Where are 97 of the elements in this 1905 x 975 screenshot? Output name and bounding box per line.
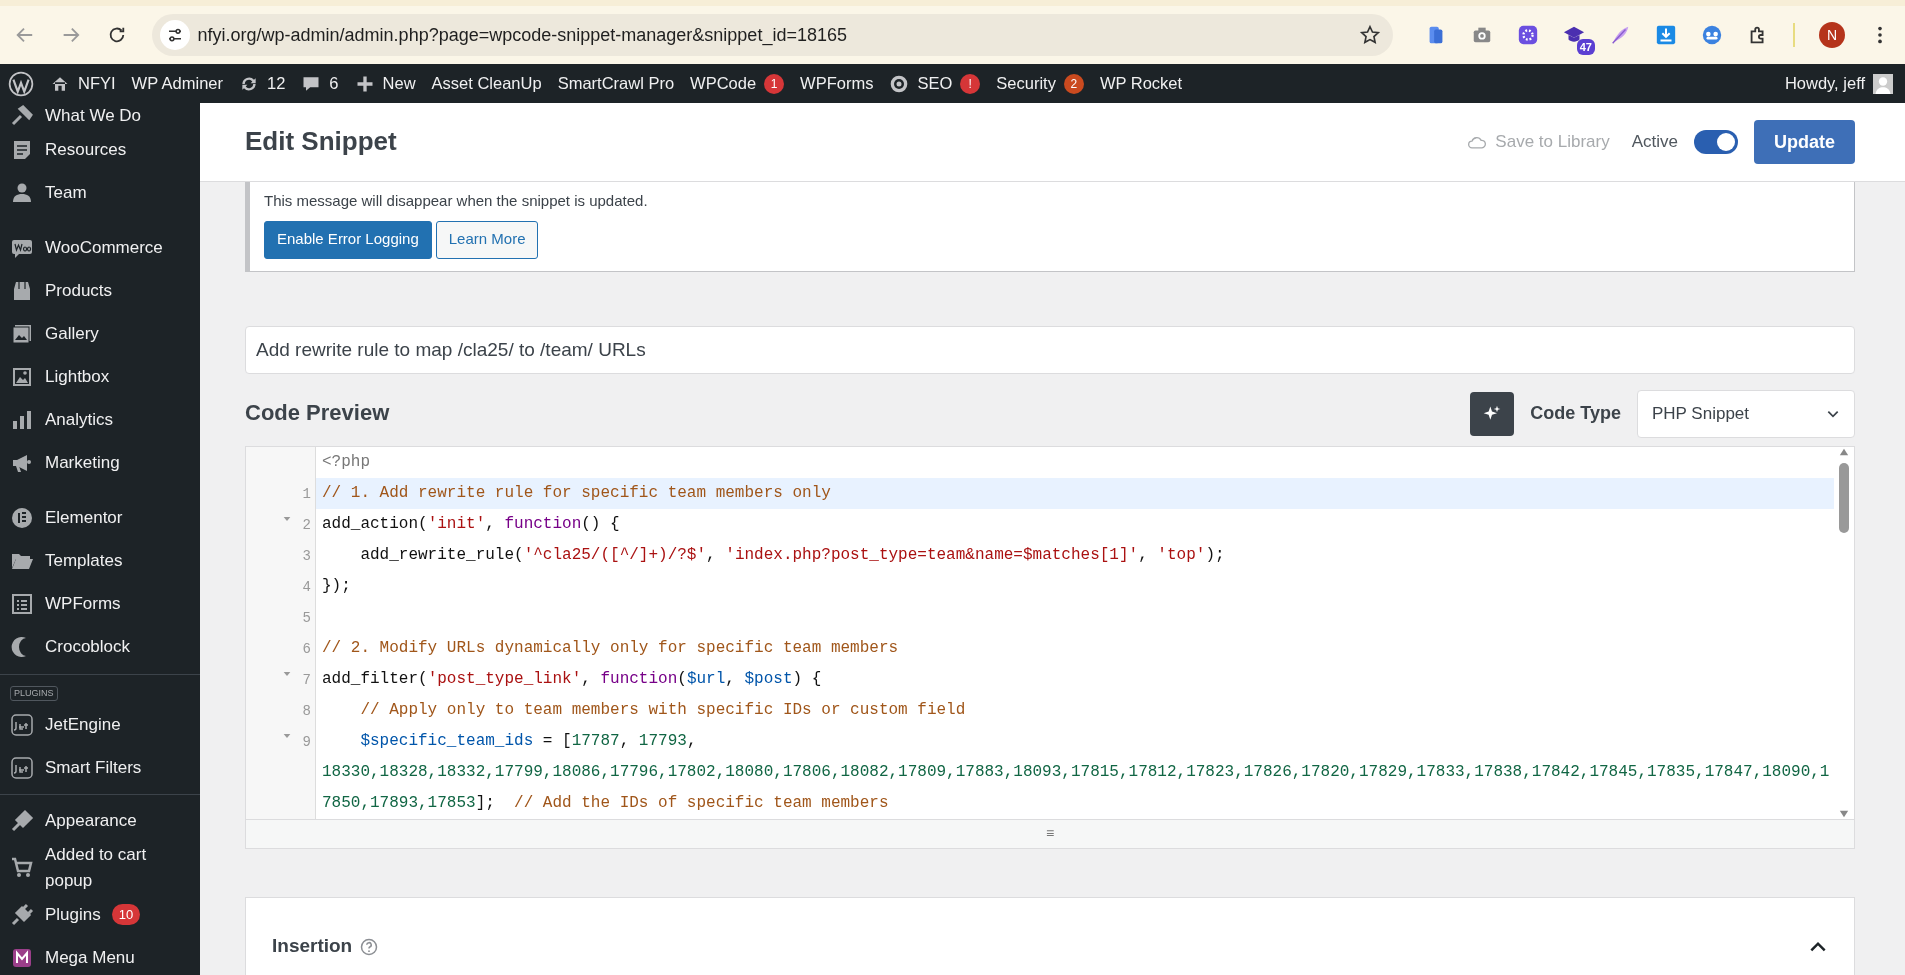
code-editor[interactable] [245, 445, 1855, 849]
menu-item[interactable]: Appearance [0, 799, 200, 842]
count-badge: 1 [764, 73, 785, 94]
menu-icon [10, 808, 34, 833]
menu-icon [10, 322, 34, 346]
cloud-icon [1467, 134, 1488, 150]
help-icon[interactable] [360, 937, 379, 956]
menu-icon [10, 855, 34, 880]
feather-icon[interactable] [1609, 24, 1631, 46]
profile-avatar[interactable]: N [1819, 22, 1845, 48]
menu-icon [10, 902, 34, 927]
code-line: // 2. Modify URLs dynamically only for specific team members [321, 637, 900, 659]
menu-item[interactable]: Team [0, 171, 200, 215]
section-heading: Insertion [272, 934, 353, 959]
avatar-icon[interactable] [1873, 73, 1893, 94]
line-number: 4 [302, 577, 311, 597]
line-number: 6 [302, 639, 311, 659]
menu-item[interactable]: Analytics [0, 398, 200, 442]
line-number: 1 [302, 484, 311, 504]
fold-icon[interactable] [282, 669, 291, 678]
code-type-select[interactable]: PHP Snippet [1637, 389, 1855, 438]
menu-item[interactable]: JetEngine [0, 703, 200, 746]
line-number: 7 [302, 670, 311, 690]
menu-item[interactable]: Mega Menu [0, 936, 200, 975]
resize-handle[interactable]: ≡ [1045, 823, 1055, 844]
scrollbar-thumb[interactable] [1839, 462, 1849, 533]
field-label: Code Type [1530, 402, 1621, 425]
menu-item[interactable]: Lightbox [0, 355, 200, 399]
asterisk-icon[interactable] [1517, 24, 1539, 46]
enable-logging-button[interactable]: Enable Error Logging [264, 220, 432, 259]
toolbar-item[interactable]: SEO ! [889, 71, 981, 96]
menu-item[interactable]: Products [0, 269, 200, 313]
ai-sparkle-button[interactable] [1470, 391, 1515, 436]
code-line: // Apply only to team members with specific IDs or custom field [359, 699, 967, 721]
toolbar-item[interactable]: Asset CleanUp [431, 71, 542, 96]
menu-icon [10, 506, 34, 530]
toolbar-item[interactable]: SmartCrawl Pro [557, 71, 675, 96]
code-line: add_rewrite_rule('^cla25/([^/]+)/?$', 'index.php?post_type=team&name=$matches[1]', 'top'); [359, 544, 1226, 566]
toolbar-item[interactable]: 6 [301, 71, 339, 96]
toolbar-item[interactable]: 12 [239, 71, 286, 96]
toggle-label: Active [1631, 131, 1678, 154]
code-line: add_filter('post_type_link', function($url, $post) { [321, 668, 823, 690]
download-icon[interactable] [1655, 24, 1677, 46]
code-line: add_action('init', function() { [321, 513, 621, 535]
menu-icon [10, 712, 34, 737]
toolbar-item[interactable]: WPCode 1 [690, 71, 785, 96]
fold-icon[interactable] [282, 731, 291, 740]
count-badge: ! [960, 73, 981, 94]
toolbar-item[interactable]: NFYI [50, 71, 116, 96]
scroll-up-icon[interactable] [1838, 446, 1850, 457]
menu-item[interactable]: Smart Filters [0, 746, 200, 789]
section-heading: Code Preview [245, 400, 391, 427]
toolbar-item[interactable]: New [354, 71, 416, 96]
line-number: 2 [302, 515, 311, 535]
menu-item[interactable]: Crocoblock [0, 625, 200, 669]
count-badge: 10 [111, 903, 141, 926]
menu-item[interactable]: Elementor [0, 496, 200, 540]
learn-more-button[interactable]: Learn More [435, 220, 539, 259]
menu-item[interactable]: Templates [0, 539, 200, 583]
line-number: 3 [302, 546, 311, 566]
count-badge: 2 [1063, 73, 1084, 94]
menu-icon [10, 755, 34, 780]
notice-message: This message will disappear when the snippet is updated. [264, 191, 649, 211]
menu-item[interactable]: What We Do [0, 103, 200, 129]
line-number: 5 [302, 608, 311, 628]
menu-item[interactable]: Resources [0, 128, 200, 172]
menu-item[interactable]: Added to cart popup [0, 842, 200, 893]
star-icon[interactable] [1359, 24, 1381, 46]
wordpress-logo-icon[interactable] [8, 70, 34, 97]
fold-icon[interactable] [282, 514, 291, 523]
snippet-title-field[interactable]: Add rewrite rule to map /cla25/ to /team/ URLs [245, 325, 1855, 374]
line-number: 8 [302, 701, 311, 721]
site-settings-icon[interactable] [159, 20, 190, 50]
toolbar-item[interactable]: WP Adminer [131, 71, 223, 96]
line-number: 9 [302, 732, 311, 752]
section-label: PLUGINS [10, 685, 58, 701]
menu-icon [10, 181, 34, 205]
extension-badge: 47 [1576, 38, 1595, 55]
update-button[interactable]: Update [1754, 120, 1855, 164]
menu-icon [10, 408, 34, 432]
code-line: <?php [321, 451, 371, 473]
menu-item[interactable]: Marketing [0, 441, 200, 485]
page-title: Edit Snippet [245, 126, 398, 158]
toolbar-item[interactable]: WPForms [800, 71, 874, 96]
toolbar-item[interactable]: Security 2 [996, 71, 1084, 96]
menu-icon [10, 103, 34, 128]
toolbar-item[interactable]: WP Rocket [1099, 71, 1183, 96]
menu-item[interactable]: WPForms [0, 582, 200, 626]
menu-item[interactable]: Plugins 10 [0, 893, 200, 936]
account-link[interactable]: Howdy, jeff [1784, 71, 1865, 96]
menu-icon [10, 365, 34, 389]
menu-item[interactable]: WooCommerce [0, 226, 200, 270]
code-line: $specific_team_ids = [17787, 17793, 18330,18328,18332,17799,18086,17796,17802,18080,17806,18082,17809,17883,18093,17815,17812,17823,17826,17820,17829,17833,17838,17842,17845,17835,17847,18090,17850,17893,17853]; // Add the IDs of specific team members [321, 730, 1831, 814]
menu-icon [10, 592, 34, 616]
code-line: }); [321, 575, 352, 597]
active-toggle[interactable] [1694, 130, 1738, 154]
menu-item[interactable]: Gallery [0, 312, 200, 356]
